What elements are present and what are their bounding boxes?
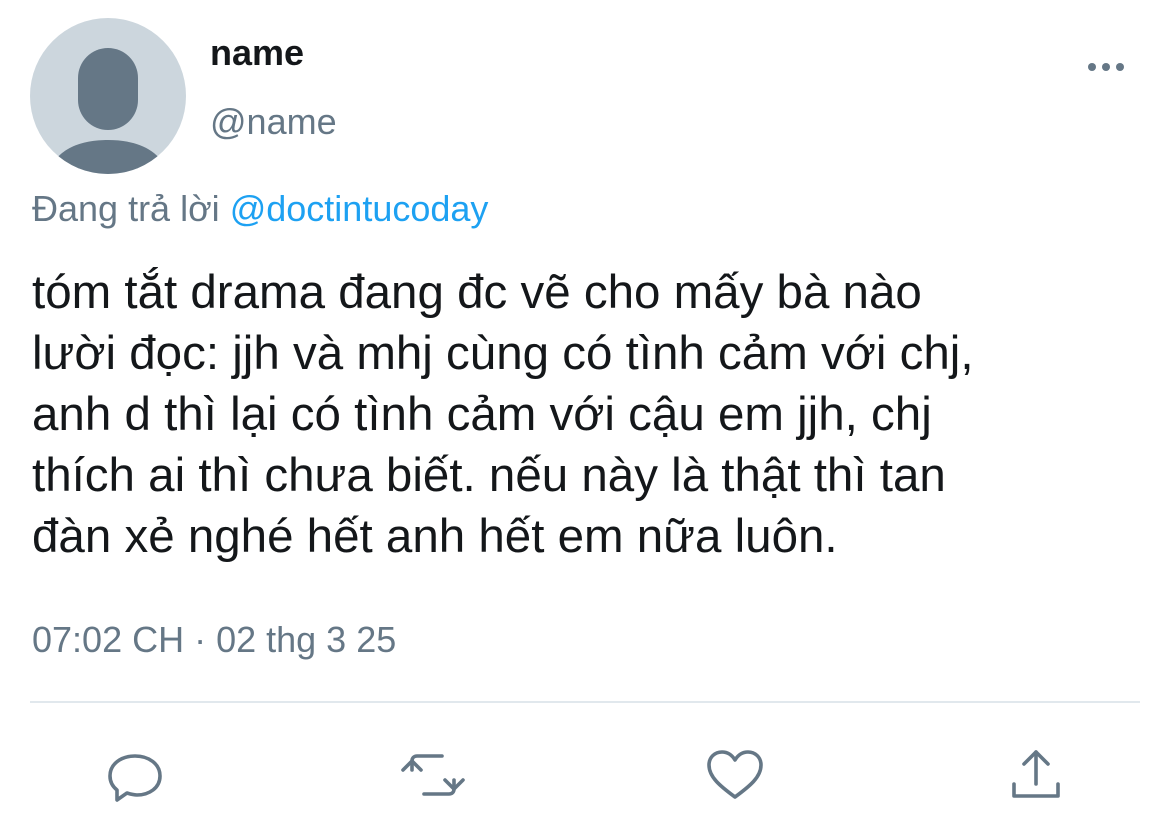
like-button[interactable] [700, 740, 770, 810]
replying-to-line: Đang trả lời @doctintucoday [32, 186, 488, 232]
heart-icon [707, 750, 763, 799]
reply-icon [108, 754, 162, 802]
divider [30, 701, 1140, 703]
retweet-button[interactable] [398, 740, 468, 810]
more-options-button[interactable] [1082, 46, 1130, 86]
share-icon [1012, 750, 1060, 798]
tweet-timestamp[interactable]: 07:02 CH · 02 thg 3 25 [32, 617, 396, 663]
retweet-icon [401, 754, 465, 796]
tweet-text: tóm tắt drama đang đc vẽ cho mấy bà nào … [32, 266, 974, 563]
share-button[interactable] [998, 740, 1068, 810]
author-handle[interactable]: @name [210, 100, 337, 144]
avatar[interactable] [30, 18, 186, 174]
default-profile-icon [48, 48, 168, 174]
reply-button[interactable] [100, 740, 170, 810]
more-horizontal-icon [1088, 63, 1124, 71]
replying-to-label: Đang trả lời [32, 188, 220, 229]
author-display-name[interactable]: name [210, 32, 304, 74]
replying-to-mention[interactable]: @doctintucoday [230, 188, 489, 229]
